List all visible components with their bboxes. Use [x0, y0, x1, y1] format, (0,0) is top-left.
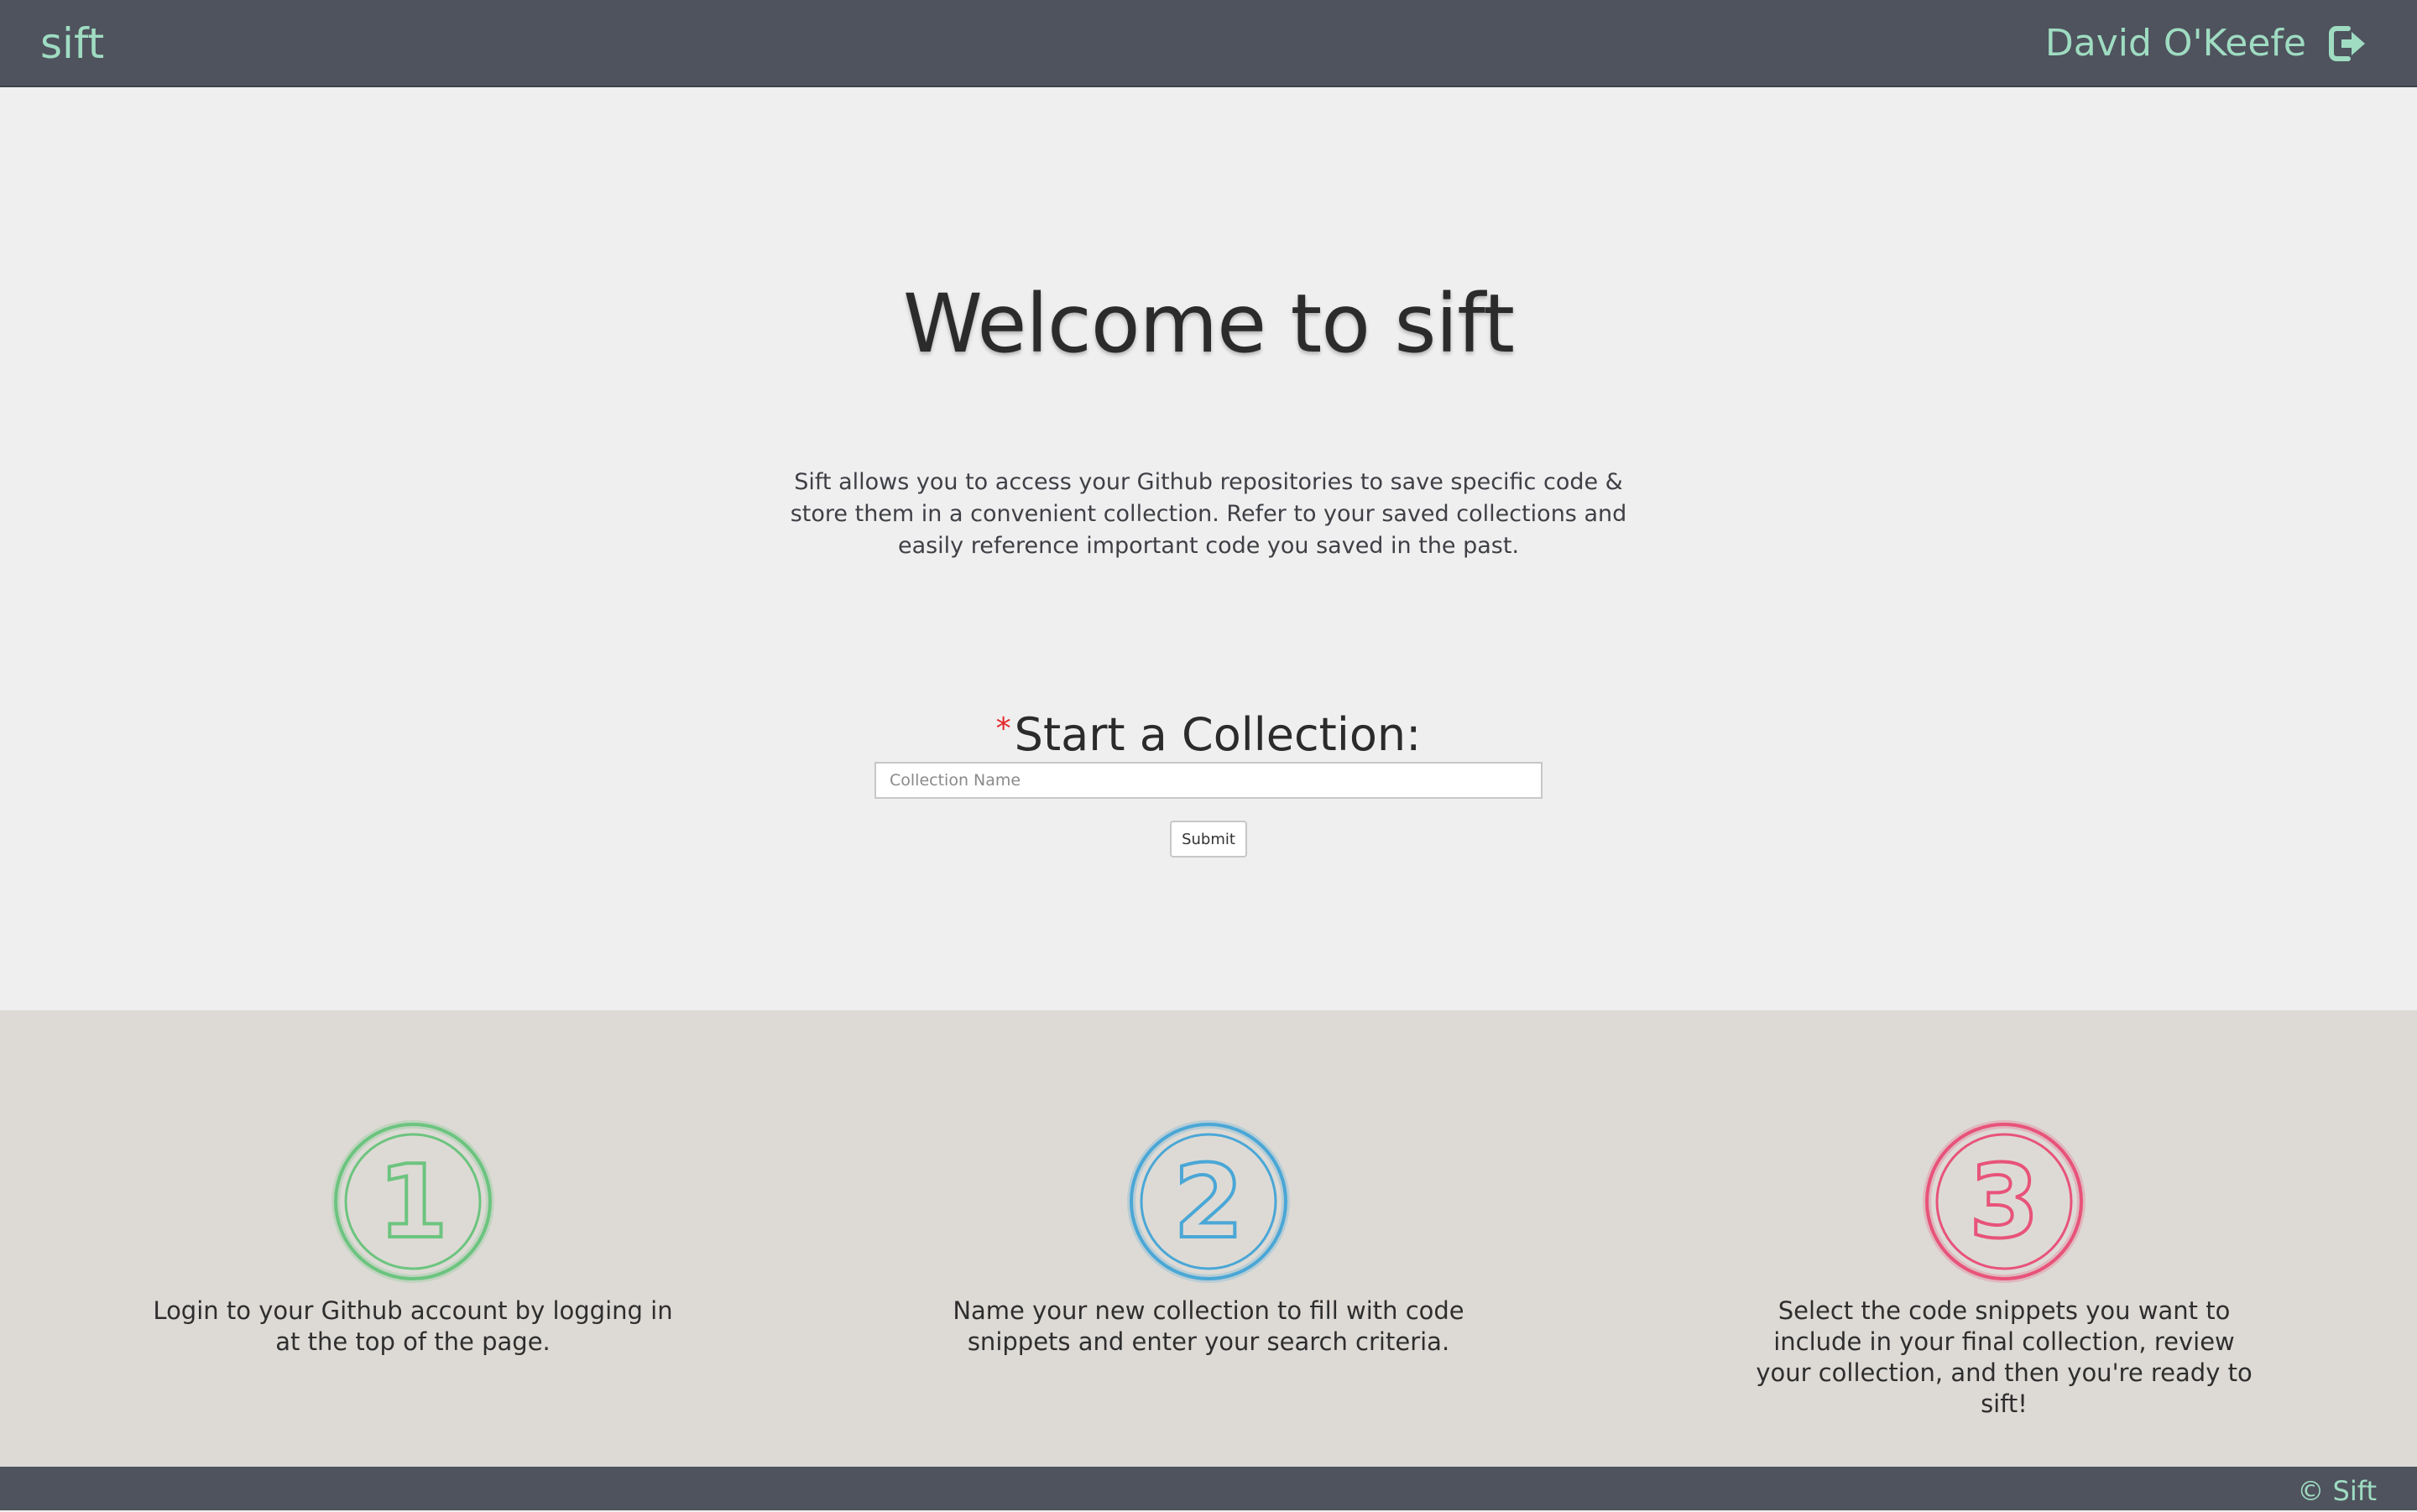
- collection-form-label: Start a Collection:: [1014, 708, 1422, 761]
- badge-number: 1: [378, 1144, 448, 1261]
- user-menu: David O'Keefe: [2045, 18, 2368, 69]
- page-title: Welcome to sift: [903, 277, 1515, 371]
- badge-number: 2: [1173, 1144, 1244, 1261]
- step-3: 3 Select the code snippets you want to i…: [1744, 1010, 2264, 1467]
- step-1-text: Login to your Github account by logging …: [153, 1296, 673, 1356]
- sign-out-icon[interactable]: [2326, 23, 2368, 65]
- intro-description: Sift allows you to access your Github re…: [790, 469, 1627, 559]
- collection-name-input[interactable]: [874, 762, 1543, 799]
- required-asterisk: *: [995, 712, 1011, 746]
- hero-section: Welcome to sift Sift allows you to acces…: [0, 89, 2417, 1010]
- brand-logo-link[interactable]: sift: [40, 18, 104, 69]
- submit-button[interactable]: Submit: [1170, 821, 1247, 858]
- badge-number: 3: [1969, 1144, 2039, 1261]
- steps-section: 1 Login to your Github account by loggin…: [0, 1010, 2417, 1467]
- step-1: 1 Login to your Github account by loggin…: [153, 1010, 673, 1467]
- user-name-link[interactable]: David O'Keefe: [2045, 18, 2306, 69]
- step-3-text: Select the code snippets you want to inc…: [1756, 1296, 2253, 1418]
- collection-form-heading: *Start a Collection:: [0, 700, 2417, 764]
- top-navbar: sift David O'Keefe: [0, 0, 2417, 87]
- step-1-number-icon: 1: [329, 1118, 497, 1285]
- step-2-text: Name your new collection to fill with co…: [953, 1296, 1464, 1356]
- copyright-text: © Sift: [2297, 1475, 2377, 1507]
- step-3-number-icon: 3: [1920, 1118, 2088, 1285]
- footer: © Sift: [0, 1467, 2417, 1510]
- step-2: 2 Name your new collection to fill with …: [948, 1010, 1469, 1467]
- step-2-number-icon: 2: [1125, 1118, 1292, 1285]
